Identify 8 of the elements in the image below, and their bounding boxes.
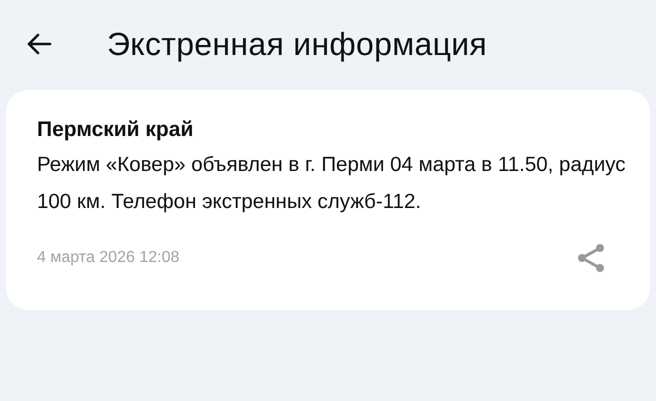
screen-title: Экстренная информация <box>107 26 488 62</box>
alert-region: Пермский край <box>37 118 194 142</box>
alert-date: 4 марта 2026 12:08 <box>37 249 180 267</box>
back-button[interactable] <box>26 33 52 55</box>
share-button[interactable] <box>576 242 606 274</box>
alert-message: Режим «Ковер» объявлен в г. Перми 04 марта в 11.50, радиус 100 км. Телефон экстренных служб-112. <box>37 152 627 215</box>
back-arrow-icon <box>26 33 52 55</box>
share-icon <box>576 242 606 274</box>
